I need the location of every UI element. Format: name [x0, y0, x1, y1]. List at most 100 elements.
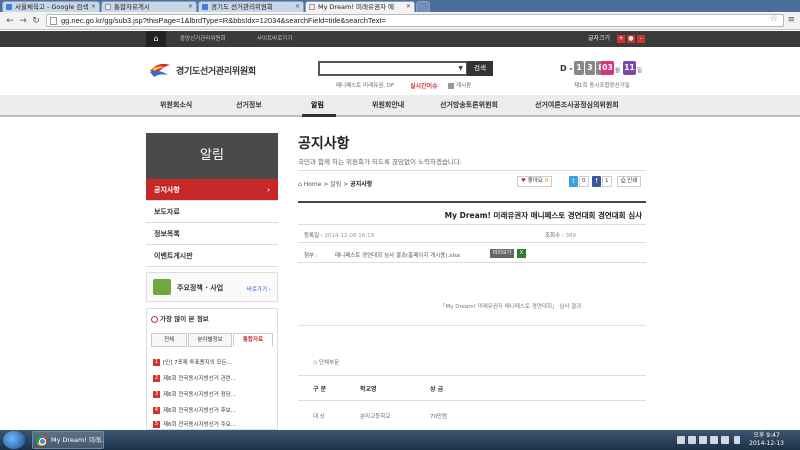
tray-icon[interactable]	[677, 436, 685, 444]
board-icon	[448, 82, 454, 89]
table-top-line	[298, 375, 646, 376]
election-month: 03	[601, 61, 614, 75]
sitemap-link[interactable]: 사이트바로가기	[257, 31, 292, 47]
table-cell-prize: 70만원	[430, 414, 448, 420]
table-cell-category: 대 상	[313, 414, 325, 420]
search-dropdown-icon[interactable]: ▼	[458, 65, 463, 72]
page-title: 공지사항	[298, 136, 350, 152]
list-item[interactable]: 3 제6회 전국동시지방선거 정당...	[153, 389, 271, 401]
facebook-count: 1	[602, 176, 612, 187]
date-value: 2014-12-08 16:19	[324, 233, 375, 239]
like-button[interactable]: ♥ 좋아요 0	[517, 176, 553, 187]
crumb-separator: >	[321, 181, 331, 188]
gnb-item-notice[interactable]: 알림	[311, 95, 324, 115]
list-item-text: 제6회 전국동시지방선거 정당...	[163, 392, 236, 398]
bookmark-star-icon[interactable]: ☆	[770, 14, 778, 24]
browser-tab[interactable]: 통합자유게시 ✕	[101, 1, 197, 12]
breadcrumb: ⌂ Home > 알림 > 공지사항	[298, 179, 372, 188]
tray-network-icon[interactable]	[710, 436, 718, 444]
gnb-item-debate[interactable]: 선거방송토론위원회	[440, 95, 498, 115]
tab-all[interactable]: 전체	[151, 333, 187, 347]
nec-logo-icon[interactable]	[148, 59, 172, 79]
attachment-file-link[interactable]: 매니페스토 경연대회 심사 결과(홈페이지 게시용).xlsx	[335, 251, 460, 259]
tray-volume-icon[interactable]	[721, 436, 729, 444]
tray-icon[interactable]	[688, 436, 696, 444]
tray-flag-icon[interactable]	[699, 436, 707, 444]
taskbar-chrome-window[interactable]: My Dream! 미래...	[32, 431, 104, 449]
font-reset-button[interactable]: ●	[627, 35, 635, 43]
font-minus-button[interactable]: -	[637, 35, 645, 43]
close-tab-icon[interactable]: ✕	[406, 2, 411, 12]
url-input[interactable]: gg.nec.go.kr/gg/sub3.jsp?thisPage=1&lbrd…	[46, 14, 784, 27]
policy-icon	[153, 279, 171, 295]
close-tab-icon[interactable]: ✕	[295, 2, 300, 12]
close-tab-icon[interactable]: ✕	[91, 2, 96, 12]
crumb-notice-section[interactable]: 알림	[330, 181, 341, 188]
crumb-home[interactable]: Home	[304, 181, 322, 188]
tab-category[interactable]: 분야별정보	[188, 333, 232, 347]
start-button-icon[interactable]	[3, 431, 25, 449]
dday-label: D -	[560, 64, 573, 73]
gnb-item-election-info[interactable]: 선거정보	[236, 95, 262, 115]
site-logo-text[interactable]: 경기도선거관리위원회	[176, 64, 256, 77]
reload-icon[interactable]: ↻	[30, 15, 42, 27]
lnb-title: 알림	[146, 133, 278, 179]
main-navigation: 위원회소식 선거정보 알림 위원회안내 선거방송토론위원회 선거여론조사공정심의…	[0, 95, 800, 117]
forward-arrow-icon[interactable]: →	[17, 15, 29, 27]
preview-button[interactable]: 미리보기	[490, 249, 514, 258]
system-clock[interactable]: 오후 9:47 2014-12-13	[749, 432, 784, 448]
tab-label: My Dream! 미래유권자 에	[318, 3, 394, 11]
print-button[interactable]: ⎙ 인쇄	[617, 176, 642, 187]
search-hint-keywords[interactable]: 매니페스토 미래유권, DF	[336, 81, 394, 89]
lnb-item-press[interactable]: 보도자료	[146, 201, 278, 223]
dday-digit: 3	[585, 61, 595, 75]
post-views: 조회수 : 389	[545, 231, 576, 239]
home-icon[interactable]: ⌂	[146, 31, 166, 47]
page-icon	[50, 17, 57, 25]
font-plus-button[interactable]: +	[617, 35, 625, 43]
lnb-item-notice[interactable]: 공지사항 ›	[146, 179, 278, 201]
policy-banner[interactable]: 주요정책 · 사업 바로가기 ›	[146, 272, 278, 302]
list-item[interactable]: 4 제6회 전국동시지방선거 후보...	[153, 405, 271, 417]
gnb-item-about[interactable]: 위원회안내	[372, 95, 404, 115]
rank-badge: 1	[153, 359, 160, 366]
search-button[interactable]: 검색	[467, 61, 493, 76]
views-label: 조회수 :	[545, 233, 564, 239]
gnb-item-poll[interactable]: 선거여론조사공정심의위원회	[535, 95, 619, 115]
policy-more-link[interactable]: 바로가기 ›	[247, 285, 271, 293]
browser-tab-strip: 서울체육고 - Google 검색 ✕ 통합자유게시 ✕ 경기도 선거관리위원회 ✕ …	[0, 0, 800, 12]
browser-tab[interactable]: 서울체육고 - Google 검색 ✕	[2, 1, 100, 12]
browser-tab[interactable]: 경기도 선거관리위원회 ✕	[198, 1, 304, 12]
site-top-strip: ⌂ 중앙선거관리위원회 사이트바로가기 글자크기 + ● -	[0, 31, 800, 47]
share-twitter-icon[interactable]: t	[569, 176, 578, 187]
month-unit: 월	[615, 68, 621, 74]
board-link[interactable]: 게시판	[448, 81, 471, 89]
share-facebook-icon[interactable]: f	[592, 176, 601, 187]
tab-integrated[interactable]: 통합자료	[233, 333, 273, 347]
list-item[interactable]: 2 제6회 전국동시지방선거 관련...	[153, 373, 271, 385]
heart-icon: ♥	[521, 178, 526, 184]
back-arrow-icon[interactable]: ←	[4, 15, 16, 27]
lnb-item-info-list[interactable]: 정보목록	[146, 223, 278, 245]
nec-link[interactable]: 중앙선거관리위원회	[180, 31, 226, 47]
board-link-label: 게시판	[456, 83, 472, 89]
crumb-current: 공지사항	[350, 181, 373, 188]
gnb-item-news[interactable]: 위원회소식	[160, 95, 192, 115]
list-item[interactable]: 1 [인] 7포제 투표용지의 모든...	[153, 357, 271, 369]
tray-arrow-icon[interactable]	[734, 436, 740, 444]
lnb-item-event[interactable]: 이벤트게시판	[146, 245, 278, 267]
views-value: 389	[565, 233, 577, 239]
content-separator	[298, 325, 646, 326]
day-unit: 일	[637, 68, 643, 74]
most-viewed-title: 가장 많이 본 정보	[151, 313, 209, 323]
new-tab-button[interactable]	[416, 1, 430, 12]
divider	[298, 242, 646, 243]
close-tab-icon[interactable]: ✕	[188, 2, 193, 12]
browser-menu-icon[interactable]: ≡	[787, 15, 795, 25]
browser-tab-active[interactable]: My Dream! 미래유권자 에 ✕	[305, 1, 415, 12]
search-input[interactable]: ▼	[318, 61, 468, 76]
live-issue-label[interactable]: 실시간이슈	[410, 81, 438, 90]
dday-digit: 1	[574, 61, 584, 75]
excel-file-icon[interactable]: X	[517, 249, 526, 258]
lnb-item-label: 공지사항	[154, 186, 180, 194]
